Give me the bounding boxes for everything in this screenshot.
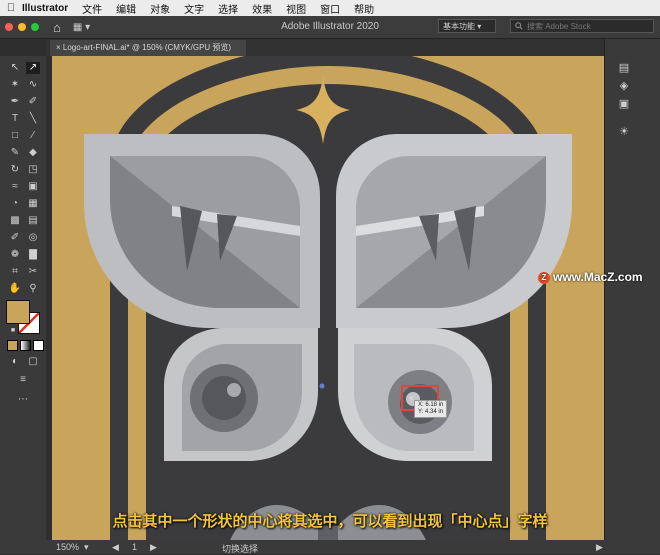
shape-builder-tool-icon[interactable]: ◔ [8, 198, 22, 210]
curvature-tool-icon[interactable]: ✐ [26, 96, 40, 108]
close-window-button[interactable] [5, 23, 13, 31]
eraser-tool-icon[interactable]: ◆ [26, 147, 40, 159]
watermark: Zwww.MacZ.com [538, 270, 643, 284]
magic-wand-tool-icon[interactable]: ✶ [8, 79, 22, 91]
status-mode[interactable]: 切换选择 [222, 542, 258, 555]
eyedropper-tool-icon[interactable]: ✐ [8, 232, 22, 244]
document-tab-bar: × Logo-art-FINAL.ai* @ 150% (CMYK/GPU 预览… [46, 39, 604, 56]
menu-file[interactable]: 文件 [82, 1, 102, 16]
more-tools-icon[interactable]: ⋯ [16, 394, 30, 406]
document-tab[interactable]: × Logo-art-FINAL.ai* @ 150% (CMYK/GPU 预览… [50, 40, 246, 56]
symbol-sprayer-tool-icon[interactable]: ❁ [8, 249, 22, 261]
selection-tool-icon[interactable]: ↖ [8, 62, 22, 74]
menu-select[interactable]: 选择 [218, 1, 238, 16]
lasso-tool-icon[interactable]: ∿ [26, 79, 40, 91]
edit-toolbar-icon[interactable]: ≡ [16, 374, 30, 386]
app-bar: ⌂ ▦ ▾ Adobe Illustrator 2020 基本功能 ▾ 搜索 A… [0, 16, 660, 39]
scale-tool-icon[interactable]: ◳ [26, 164, 40, 176]
home-icon[interactable]: ⌂ [53, 20, 61, 35]
search-icon [515, 22, 523, 30]
menu-bar:  Illustrator 文件 编辑 对象 文字 选择 效果 视图 窗口 帮助 [0, 0, 660, 16]
anchor-point[interactable] [319, 383, 325, 389]
menu-help[interactable]: 帮助 [354, 1, 374, 16]
apple-icon[interactable]:  [0, 2, 22, 14]
menu-view[interactable]: 视图 [286, 1, 306, 16]
shaper-tool-icon[interactable]: ✎ [8, 147, 22, 159]
document-tab-label: Logo-art-FINAL.ai* @ 150% (CMYK/GPU 预览) [62, 43, 232, 52]
type-tool-icon[interactable]: T [8, 113, 22, 125]
line-tool-icon[interactable]: ╲ [26, 113, 40, 125]
search-placeholder: 搜索 Adobe Stock [527, 22, 591, 31]
width-tool-icon[interactable]: ≈ [8, 181, 22, 193]
macz-logo-icon: Z [538, 271, 550, 284]
butterfly-artwork [52, 56, 604, 540]
appearance-panel-icon[interactable]: ☀ [617, 125, 631, 139]
paintbrush-tool-icon[interactable]: ∕ [26, 130, 40, 142]
column-graph-tool-icon[interactable]: ▇ [26, 249, 40, 261]
fill-swatch-front[interactable] [6, 300, 30, 324]
status-menu-icon[interactable]: ▶ [596, 542, 603, 553]
perspective-grid-tool-icon[interactable]: ▦ [26, 198, 40, 210]
position-tooltip: X: 6.18 in Y: 4.34 in [414, 400, 448, 418]
zoom-level[interactable]: 150% [56, 542, 79, 552]
gradient-mode-icon[interactable] [20, 340, 31, 351]
zoom-chevron-icon[interactable]: ▾ [84, 542, 89, 553]
gradient-tool-icon[interactable]: ▤ [26, 215, 40, 227]
direct-selection-tool-icon[interactable]: ↗ [26, 62, 40, 74]
menu-effect[interactable]: 效果 [252, 1, 272, 16]
left-eye-pupil [202, 376, 246, 420]
zoom-tool-icon[interactable]: ⚲ [26, 283, 40, 295]
search-stock-input[interactable]: 搜索 Adobe Stock [510, 19, 654, 33]
arrange-documents-icon[interactable]: ▦ ▾ [73, 22, 90, 33]
app-menu[interactable]: Illustrator [22, 3, 68, 14]
tooltip-y: Y: 4.34 in [418, 409, 444, 415]
menu-object[interactable]: 对象 [150, 1, 170, 16]
pen-tool-icon[interactable]: ✒ [8, 96, 22, 108]
workspace-switcher[interactable]: 基本功能 ▾ [438, 19, 496, 33]
menu-type[interactable]: 文字 [184, 1, 204, 16]
blend-tool-icon[interactable]: ◎ [26, 232, 40, 244]
properties-panel-icon[interactable]: ▤ [617, 61, 631, 75]
drawing-mode-icon[interactable]: ◐ [8, 356, 22, 368]
menu-window[interactable]: 窗口 [320, 1, 340, 16]
center-point-marker[interactable]: × [409, 394, 414, 403]
hand-tool-icon[interactable]: ✋ [8, 283, 22, 295]
libraries-panel-icon[interactable]: ▣ [617, 97, 631, 111]
mesh-tool-icon[interactable]: ▩ [8, 215, 22, 227]
next-artboard-icon[interactable]: ▶ [150, 542, 157, 553]
minimize-window-button[interactable] [18, 23, 26, 31]
rotate-tool-icon[interactable]: ↻ [8, 164, 22, 176]
tutorial-caption: 点击其中一个形状的中心将其选中，可以看到出现「中心点」字样 [112, 513, 548, 530]
tooltip-x: X: 6.18 in [418, 402, 444, 408]
left-eye-highlight [227, 383, 241, 397]
menu-edit[interactable]: 编辑 [116, 1, 136, 16]
free-transform-tool-icon[interactable]: ▣ [26, 181, 40, 193]
default-colors-icon[interactable]: ■ [6, 325, 20, 337]
artboard-tool-icon[interactable]: ⌗ [8, 266, 22, 278]
color-mode-icon[interactable] [7, 340, 18, 351]
artboard-number[interactable]: 1 [132, 542, 137, 552]
watermark-text: www.MacZ.com [553, 270, 643, 284]
maximize-window-button[interactable] [31, 23, 39, 31]
chevron-down-icon: ▾ [477, 22, 482, 31]
screen-mode-icon[interactable]: ▢ [26, 356, 40, 368]
rectangle-tool-icon[interactable]: □ [8, 130, 22, 142]
status-bar: 150% ▾ ◀ 1 ▶ 切换选择 ▶ [0, 540, 660, 554]
workspace-label: 基本功能 [443, 22, 475, 31]
slice-tool-icon[interactable]: ✂ [26, 266, 40, 278]
artboard-canvas[interactable] [52, 56, 604, 540]
previous-artboard-icon[interactable]: ◀ [112, 542, 119, 553]
layers-panel-icon[interactable]: ◈ [617, 79, 631, 93]
none-mode-icon[interactable] [33, 340, 44, 351]
tools-panel: ↖ ↗ ✶ ∿ ✒ ✐ T ╲ □ ∕ ✎ ◆ ↻ ◳ ≈ ▣ ◔ ▦ ▩ ▤ … [0, 56, 46, 540]
close-tab-icon[interactable]: × [56, 43, 61, 52]
right-panel-dock: ▤ ◈ ▣ ☀ [604, 39, 660, 540]
